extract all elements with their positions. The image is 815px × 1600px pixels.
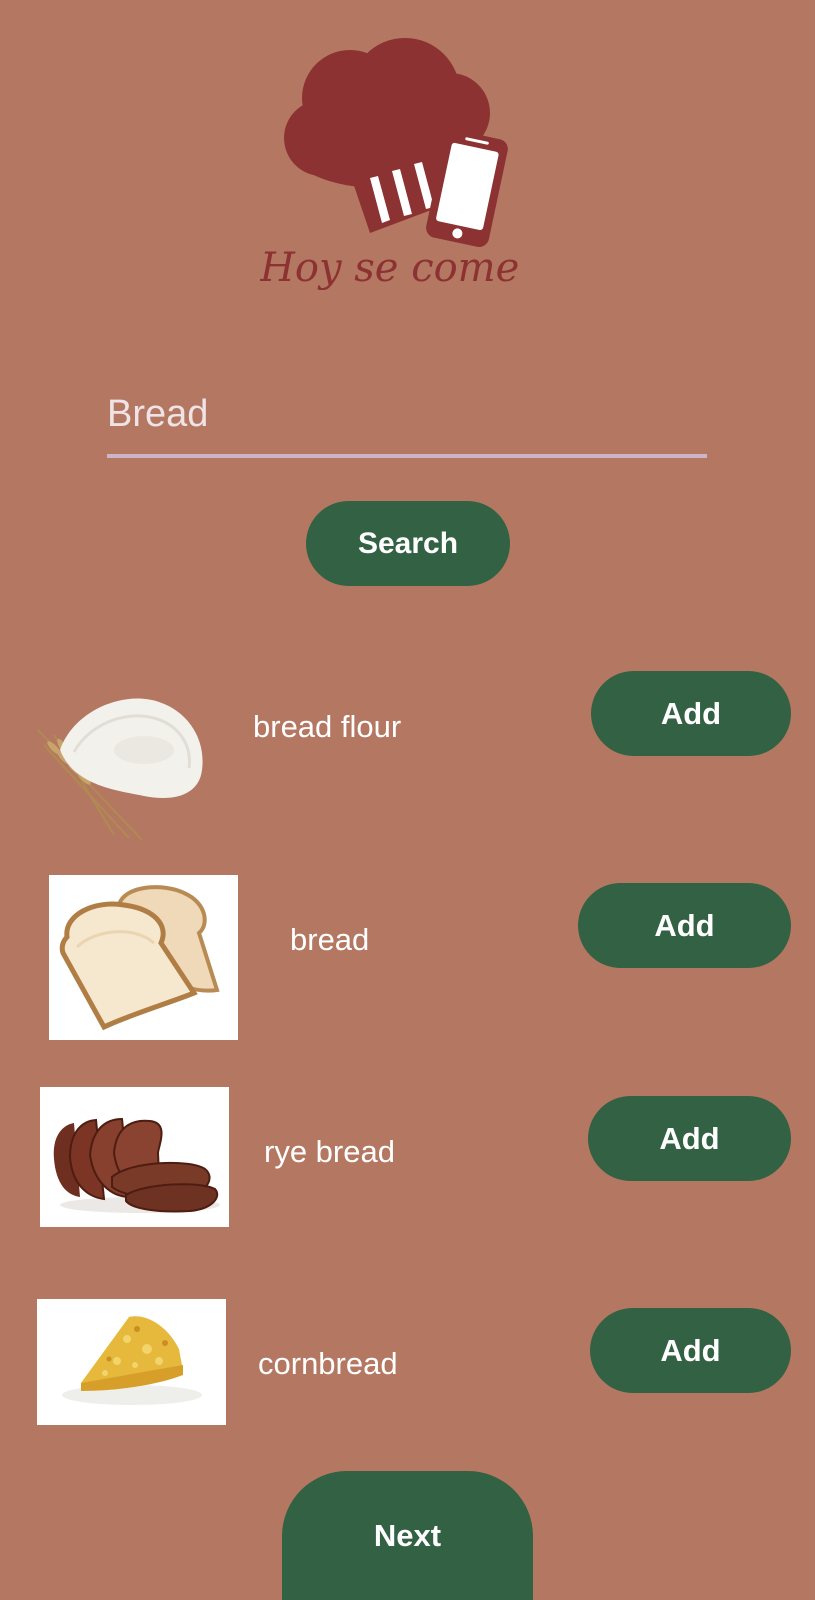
- app-logo: Hoy se come: [260, 38, 550, 308]
- add-button[interactable]: Add: [578, 883, 791, 968]
- result-label: cornbread: [258, 1346, 398, 1381]
- flour-image: [37, 698, 203, 841]
- bread-slices-image: [59, 885, 220, 1031]
- result-thumbnail-cornbread: [37, 1299, 226, 1425]
- result-label: bread flour: [253, 709, 402, 744]
- next-button[interactable]: Next: [282, 1471, 533, 1600]
- cornbread-image: [62, 1316, 202, 1405]
- rye-bread-image: [53, 1117, 220, 1213]
- add-button[interactable]: Add: [588, 1096, 791, 1181]
- search-input[interactable]: [107, 378, 707, 450]
- result-thumbnail-bread: [49, 875, 238, 1040]
- result-thumbnail-rye-bread: [40, 1087, 229, 1227]
- result-label: rye bread: [264, 1134, 395, 1169]
- result-thumbnail-flour: [34, 690, 206, 842]
- add-button[interactable]: Add: [590, 1308, 791, 1393]
- result-label: bread: [290, 922, 370, 957]
- add-button[interactable]: Add: [591, 671, 791, 756]
- search-field[interactable]: [107, 378, 707, 458]
- chef-hat-phone-logo: Hoy se come: [260, 38, 519, 291]
- brand-wordmark: Hoy se come: [260, 245, 519, 291]
- search-underline: [107, 454, 707, 458]
- search-button[interactable]: Search: [306, 501, 510, 586]
